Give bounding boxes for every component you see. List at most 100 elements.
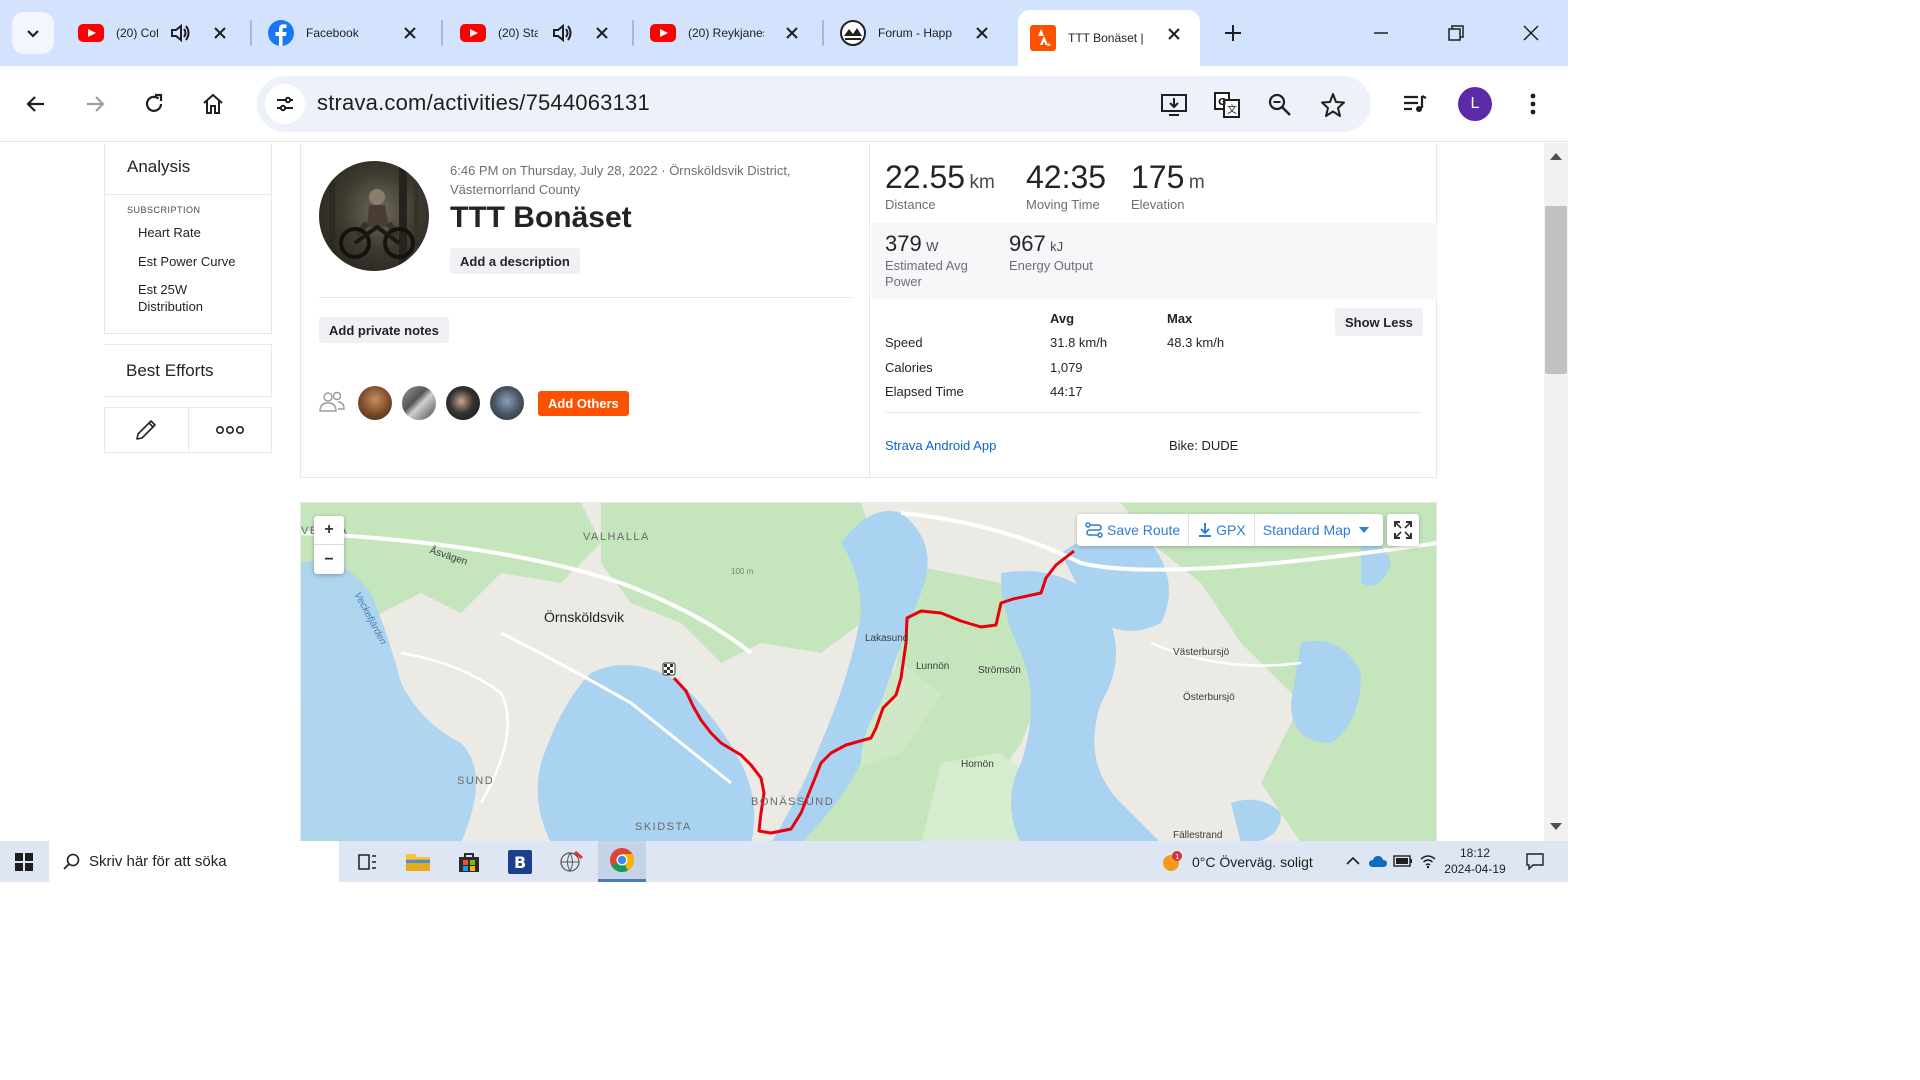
gpx-download-button[interactable]: GPX <box>1189 514 1255 546</box>
map-label: Hornön <box>961 759 994 770</box>
participant-avatar[interactable] <box>446 386 480 420</box>
map-toolbar: Save Route GPX Standard Map <box>1077 514 1383 546</box>
translate-button[interactable]: G文 <box>1212 90 1242 120</box>
chrome-button[interactable] <box>598 841 646 882</box>
url-text[interactable]: strava.com/activities/7544063131 <box>317 90 650 116</box>
home-icon <box>203 93 223 114</box>
close-icon[interactable] <box>1164 24 1184 44</box>
onedrive-button[interactable] <box>1368 851 1388 871</box>
wifi-icon <box>1420 855 1436 869</box>
network-button[interactable] <box>1418 851 1438 871</box>
site-info-button[interactable] <box>265 84 305 124</box>
browser-toolbar: strava.com/activities/7544063131 G文 L <box>0 66 1568 142</box>
close-icon[interactable] <box>782 23 802 43</box>
zoom-out-button[interactable]: − <box>314 545 344 574</box>
task-view-button[interactable] <box>344 841 392 882</box>
add-private-notes-button[interactable]: Add private notes <box>319 317 449 343</box>
new-tab-button[interactable] <box>1218 18 1248 48</box>
profile-avatar[interactable]: L <box>1458 87 1492 121</box>
activity-summary: 6:46 PM on Thursday, July 28, 2022 · Örn… <box>300 143 1437 478</box>
notification-icon <box>1526 853 1544 870</box>
file-explorer-button[interactable] <box>394 841 442 882</box>
menu-button[interactable] <box>1515 86 1551 122</box>
tab-facebook[interactable]: Facebook <box>262 10 432 56</box>
participant-avatar[interactable] <box>358 386 392 420</box>
restore-button[interactable] <box>1441 18 1471 48</box>
back-button[interactable] <box>18 86 54 122</box>
battery-button[interactable] <box>1393 851 1413 871</box>
map-type-label: Standard Map <box>1262 522 1351 538</box>
scroll-down-arrow[interactable] <box>1550 823 1562 830</box>
map-label: SKIDSTA <box>635 821 692 833</box>
bookmark-button[interactable] <box>1318 90 1348 120</box>
minimize-button[interactable] <box>1366 18 1396 48</box>
app-satellite-button[interactable] <box>547 841 595 882</box>
taskbar-search[interactable]: Skriv här för att söka <box>49 841 339 882</box>
folder-icon <box>406 853 430 871</box>
tab-search-button[interactable] <box>12 12 54 54</box>
scroll-thumb[interactable] <box>1545 206 1567 374</box>
close-icon[interactable] <box>972 23 992 43</box>
save-route-button[interactable]: Save Route <box>1077 514 1190 546</box>
stat-value: 967 <box>1009 231 1046 256</box>
close-icon[interactable] <box>400 23 420 43</box>
media-controls-button[interactable] <box>1397 86 1433 122</box>
tab-title: (20) Reykjanes <box>688 26 764 40</box>
tab-youtube-1[interactable]: (20) Cof <box>70 10 240 56</box>
scroll-up-arrow[interactable] <box>1550 153 1562 160</box>
more-actions-button[interactable] <box>189 408 272 452</box>
map-label: SUND <box>457 775 495 787</box>
reload-button[interactable] <box>136 86 172 122</box>
add-others-button[interactable]: Add Others <box>538 391 629 416</box>
app-b-button[interactable]: B <box>496 841 544 882</box>
activity-details: 6:46 PM on Thursday, July 28, 2022 · Örn… <box>301 143 870 478</box>
sidenav-item-heart-rate[interactable]: Heart Rate <box>105 225 271 242</box>
pencil-icon <box>136 420 157 440</box>
weather-widget[interactable]: 1 0°C Överväg. soligt <box>1160 841 1313 882</box>
map-type-select[interactable]: Standard Map <box>1255 514 1383 546</box>
tray-overflow-button[interactable] <box>1343 851 1363 871</box>
forward-button[interactable] <box>77 86 113 122</box>
show-less-button[interactable]: Show Less <box>1335 308 1423 336</box>
svg-text:文: 文 <box>1227 103 1237 116</box>
taskbar-clock[interactable]: 18:12 2024-04-19 <box>1440 845 1510 877</box>
athlete-avatar[interactable] <box>319 161 429 271</box>
b-app-icon: B <box>508 849 532 874</box>
activity-map[interactable]: VE ALA VALHALLA Åsvägen 100 m Örnsköldsv… <box>300 502 1437 841</box>
page-scrollbar[interactable] <box>1544 143 1568 841</box>
zoom-in-button[interactable]: + <box>314 516 344 545</box>
speaker-icon[interactable] <box>550 21 574 45</box>
close-icon[interactable] <box>210 23 230 43</box>
device-link[interactable]: Strava Android App <box>885 438 996 453</box>
install-app-button[interactable] <box>1159 90 1189 120</box>
weather-sun-icon: 1 <box>1163 850 1182 871</box>
address-bar[interactable]: strava.com/activities/7544063131 G文 <box>257 76 1371 132</box>
sidenav-analysis[interactable]: Analysis <box>105 143 271 195</box>
youtube-icon <box>460 20 486 46</box>
participant-avatar[interactable] <box>402 386 436 420</box>
store-button[interactable] <box>445 841 493 882</box>
fullscreen-button[interactable] <box>1387 514 1419 546</box>
stat-label: Distance <box>885 197 936 212</box>
svg-text:G: G <box>1218 97 1226 108</box>
tab-forum[interactable]: Forum - Happ <box>832 10 1008 56</box>
tab-youtube-3[interactable]: (20) Reykjanes <box>642 10 812 56</box>
start-button[interactable] <box>0 841 48 882</box>
plus-icon <box>1225 25 1241 41</box>
tab-youtube-2[interactable]: (20) Sta <box>452 10 622 56</box>
tab-strava[interactable]: TTT Bonäset | <box>1018 10 1200 66</box>
fullscreen-icon <box>1394 521 1412 539</box>
svg-text:B: B <box>514 853 526 872</box>
participant-avatar[interactable] <box>490 386 524 420</box>
add-description-button[interactable]: Add a description <box>450 248 580 274</box>
speaker-icon[interactable] <box>168 21 192 45</box>
sidenav-best-efforts[interactable]: Best Efforts <box>104 344 272 397</box>
sidenav-item-power-distribution[interactable]: Est 25W Distribution <box>105 282 215 333</box>
edit-button[interactable] <box>105 408 189 452</box>
close-window-button[interactable] <box>1516 18 1546 48</box>
notifications-button[interactable] <box>1525 851 1545 871</box>
zoom-button[interactable] <box>1265 90 1295 120</box>
sidenav-item-power-curve[interactable]: Est Power Curve <box>105 254 271 271</box>
close-icon[interactable] <box>592 23 612 43</box>
home-button[interactable] <box>195 86 231 122</box>
